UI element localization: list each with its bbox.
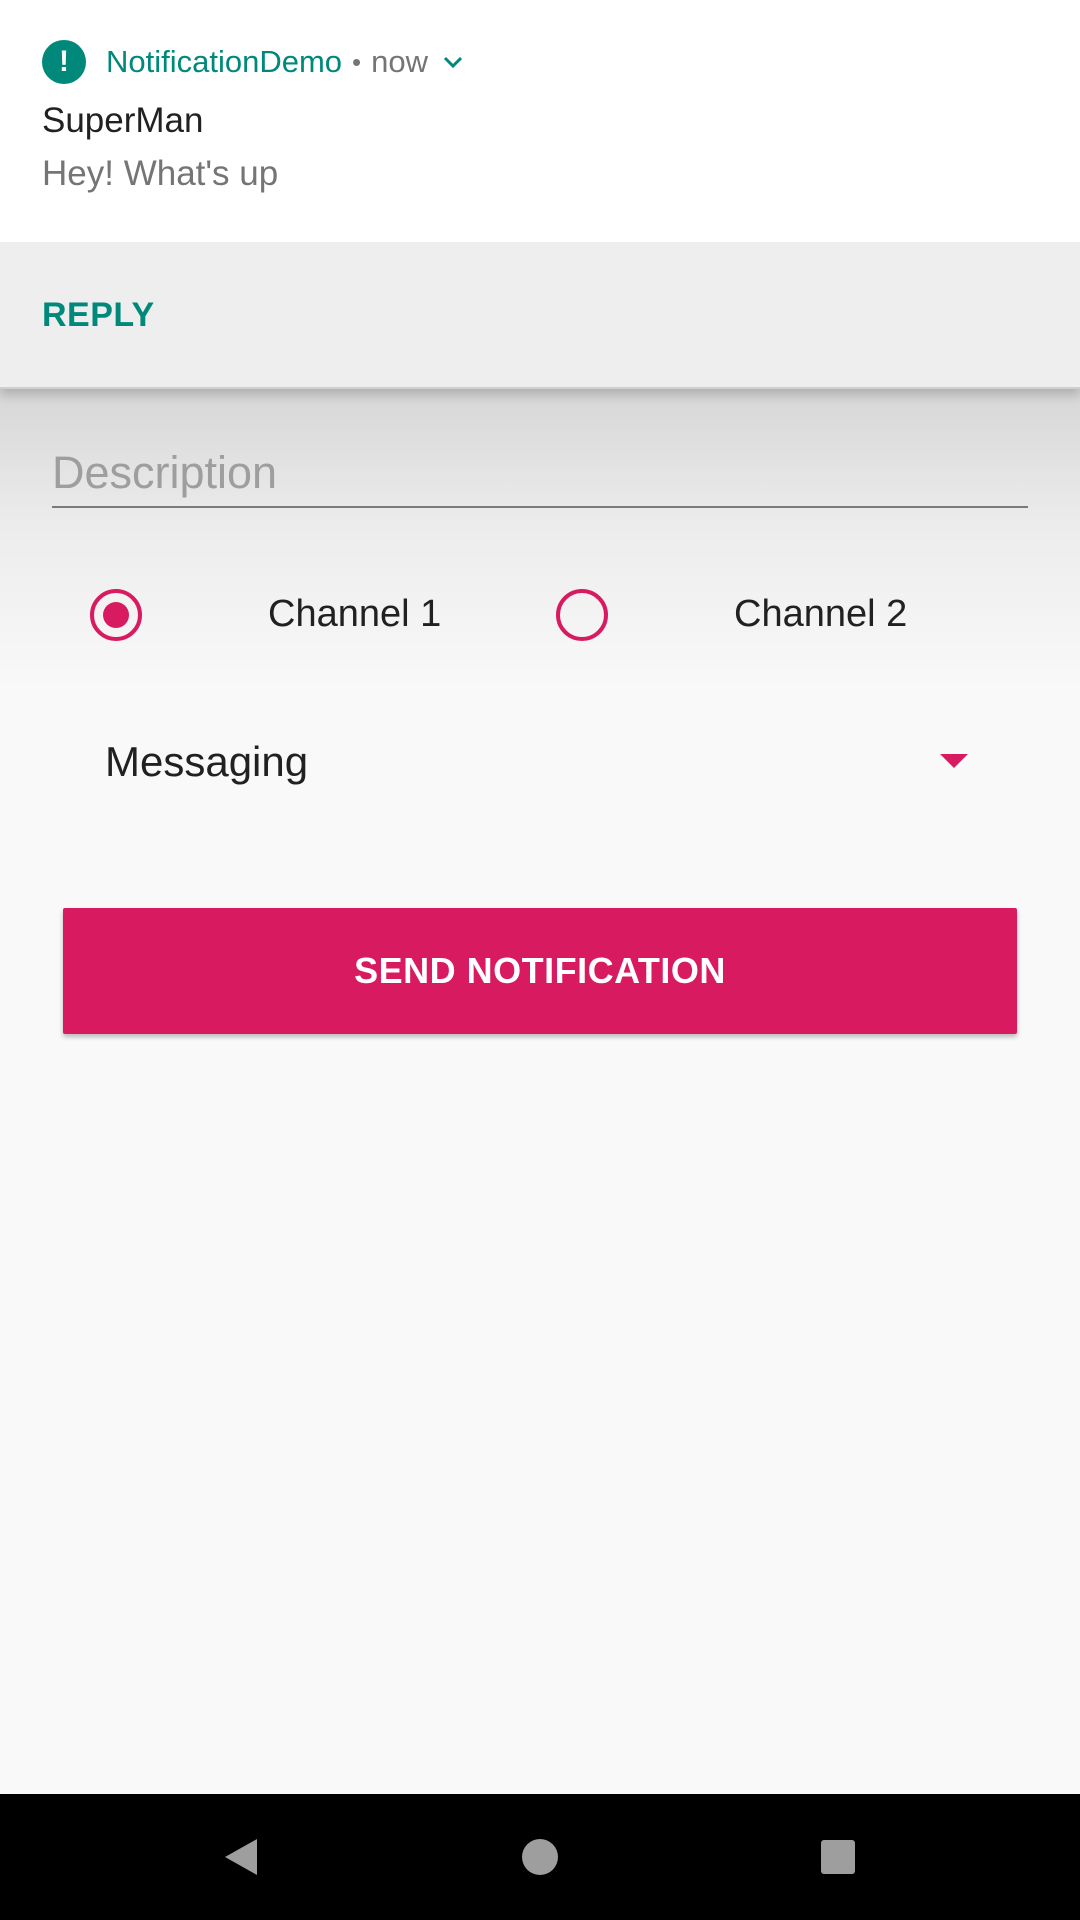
description-input[interactable]: [52, 430, 1028, 508]
reply-button[interactable]: REPLY: [42, 296, 155, 335]
category-spinner[interactable]: Messaging: [60, 720, 1000, 804]
send-notification-button[interactable]: SEND NOTIFICATION: [63, 908, 1017, 1034]
alert-icon: !: [42, 40, 86, 84]
channel-2-radio[interactable]: [556, 589, 608, 641]
notification-body[interactable]: ! NotificationDemo • now SuperMan Hey! W…: [0, 0, 1080, 242]
notification-time: now: [371, 44, 429, 79]
home-circle-icon[interactable]: [510, 1827, 570, 1887]
notification-header: ! NotificationDemo • now: [42, 40, 464, 84]
navigation-bar: [0, 1794, 1080, 1920]
channel-1-radio[interactable]: [90, 589, 142, 641]
notification-title: SuperMan: [42, 101, 204, 140]
app-screen: ! NotificationDemo • now SuperMan Hey! W…: [0, 0, 1080, 1920]
notification-app-name: NotificationDemo: [106, 44, 343, 79]
recents-square-icon[interactable]: [808, 1827, 868, 1887]
channel-radio-group: Channel 1 Channel 2: [0, 585, 1080, 645]
dropdown-arrow-icon: [940, 754, 968, 768]
heads-up-notification[interactable]: ! NotificationDemo • now SuperMan Hey! W…: [0, 0, 1080, 389]
back-triangle-icon[interactable]: [211, 1827, 271, 1887]
channel-2-label[interactable]: Channel 2: [734, 593, 907, 636]
channel-1-label[interactable]: Channel 1: [268, 593, 441, 636]
chevron-down-icon[interactable]: [442, 51, 464, 73]
category-selected-value: Messaging: [105, 738, 309, 785]
notification-actions: REPLY: [0, 242, 1080, 389]
notification-separator: •: [352, 46, 362, 77]
notification-text: Hey! What's up: [42, 154, 279, 193]
